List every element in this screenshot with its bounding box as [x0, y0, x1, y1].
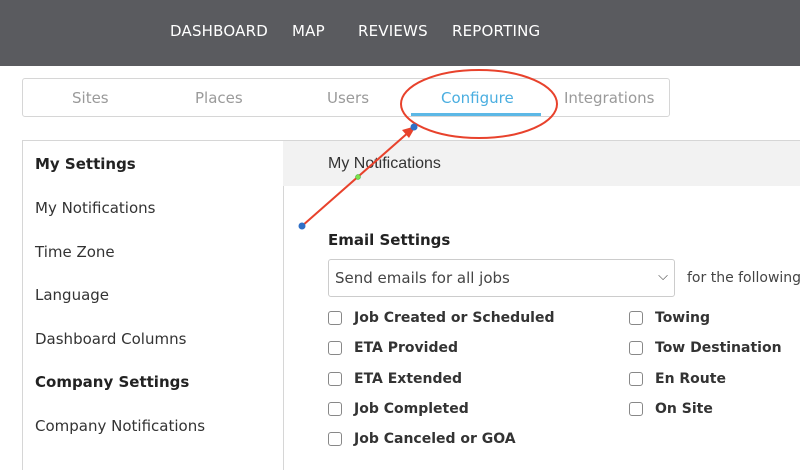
- arrow-mid-handle[interactable]: [355, 174, 361, 180]
- highlight-ellipse: [400, 69, 558, 139]
- annotation-overlay: [298, 69, 558, 230]
- arrow-start-handle[interactable]: [298, 222, 306, 230]
- arrow-end-handle[interactable]: [410, 123, 418, 131]
